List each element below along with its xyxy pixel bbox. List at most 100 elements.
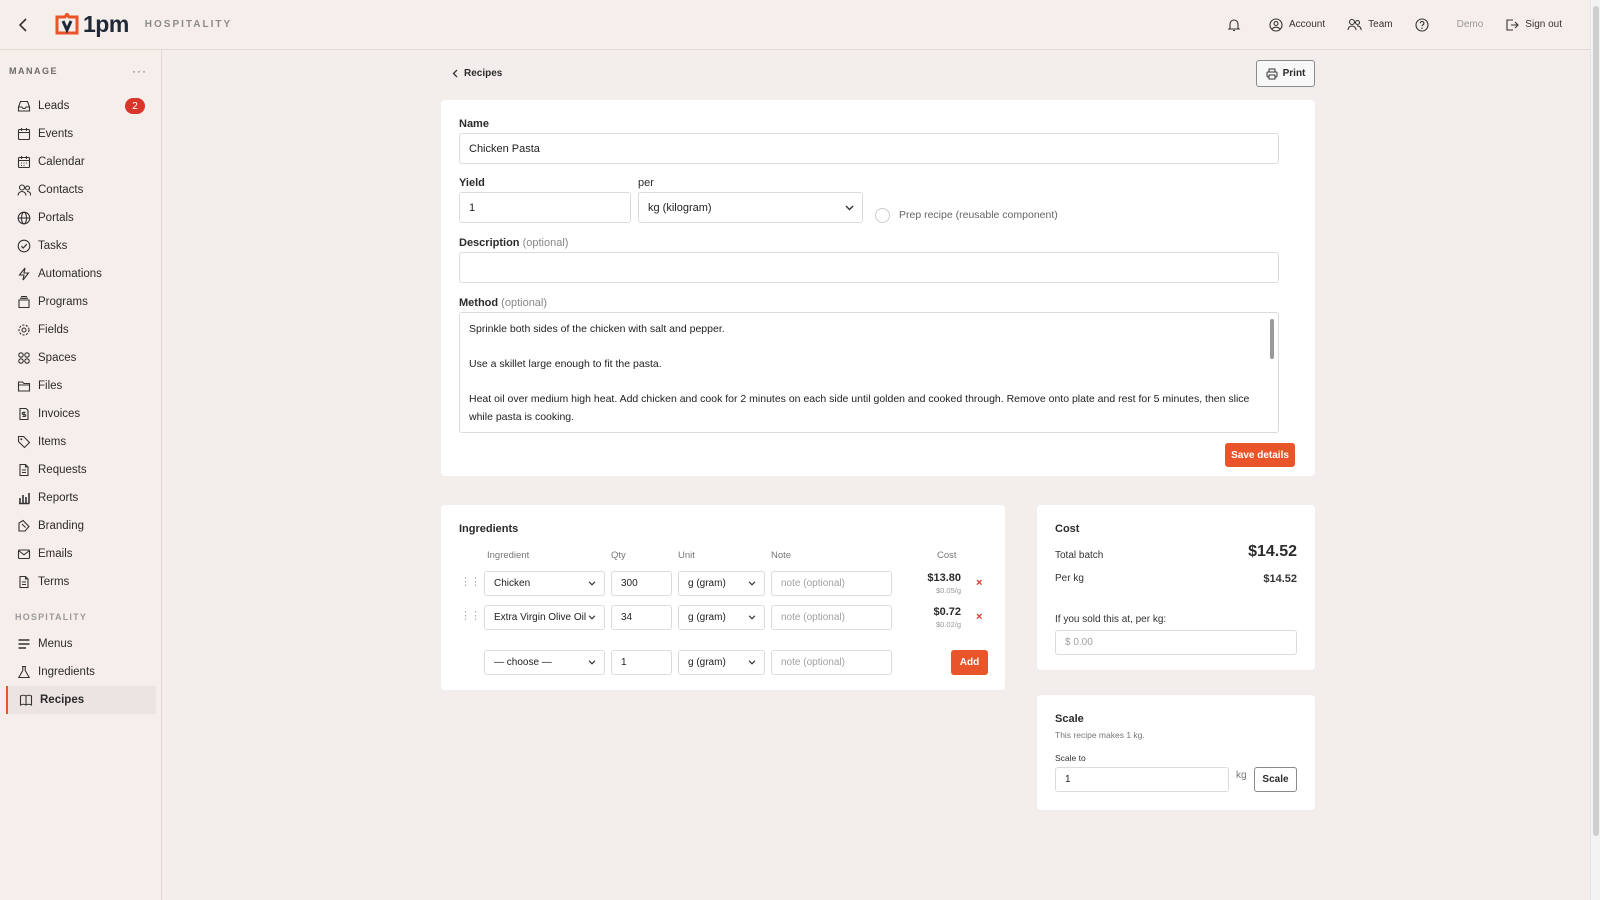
description-label-text: Description	[459, 237, 520, 249]
account-label: Account	[1289, 19, 1326, 30]
sidebar-item-events[interactable]: Events	[0, 120, 161, 148]
remove-row-button[interactable]: ×	[976, 611, 982, 623]
row-cost: $0.72 $0.02/g	[911, 606, 961, 629]
name-input[interactable]: Chicken Pasta	[459, 133, 1279, 164]
sold-price-label: If you sold this at, per kg:	[1055, 614, 1167, 625]
per-kg-value: $14.52	[1263, 573, 1297, 585]
sold-price-input[interactable]: $ 0.00	[1055, 630, 1297, 655]
sold-price-placeholder: $ 0.00	[1065, 637, 1093, 648]
demo-link[interactable]: Demo	[1457, 19, 1484, 30]
prep-recipe-radio[interactable]	[875, 208, 890, 223]
description-label: Description (optional)	[459, 237, 568, 249]
sidebar-item-automations[interactable]: Automations	[0, 260, 161, 288]
sidebar-item-ingredients[interactable]: Ingredients	[0, 658, 161, 686]
leads-count-badge: 2	[125, 98, 145, 114]
new-ingredient-value: — choose —	[494, 657, 552, 668]
remove-row-button[interactable]: ×	[976, 577, 982, 589]
book-icon	[19, 694, 33, 706]
note-input[interactable]: note (optional)	[771, 571, 892, 596]
team-link[interactable]: Team	[1347, 18, 1393, 31]
header-unit: Unit	[678, 550, 695, 561]
unit-select[interactable]: g (gram)	[678, 571, 765, 596]
method-label-text: Method	[459, 297, 499, 309]
sidebar-item-label: Spaces	[38, 352, 77, 364]
chevron-down-icon	[748, 581, 756, 586]
sidebar-item-emails[interactable]: Emails	[0, 540, 161, 568]
sidebar-item-label: Programs	[38, 296, 88, 308]
save-details-button[interactable]: Save details	[1225, 443, 1295, 467]
sign-out-link[interactable]: Sign out	[1505, 18, 1562, 32]
new-note-input[interactable]: note (optional)	[771, 650, 892, 675]
sidebar-item-recipes[interactable]: Recipes	[6, 686, 156, 714]
chevron-down-icon	[748, 615, 756, 620]
qty-input[interactable]: 34	[611, 605, 672, 630]
breadcrumb-recipes: Recipes	[464, 68, 503, 79]
new-qty-input[interactable]: 1	[611, 650, 672, 675]
ingredient-select[interactable]: Extra Virgin Olive Oil	[484, 605, 605, 630]
ingredient-select[interactable]: Chicken	[484, 571, 605, 596]
sidebar-item-portals[interactable]: Portals	[0, 204, 161, 232]
sidebar-item-invoices[interactable]: Invoices	[0, 400, 161, 428]
breadcrumb[interactable]: Recipes	[452, 68, 502, 79]
logo[interactable]: 1pm	[54, 11, 129, 38]
header-ingredient: Ingredient	[487, 550, 530, 561]
logo-text: 1pm	[83, 11, 129, 37]
note-placeholder: note (optional)	[781, 578, 845, 589]
gear-icon	[18, 324, 30, 336]
help-button[interactable]	[1415, 17, 1435, 32]
sidebar-item-label: Leads	[38, 100, 70, 112]
sidebar-item-files[interactable]: Files	[0, 372, 161, 400]
sidebar-item-leads[interactable]: Leads 2	[0, 92, 161, 120]
total-batch-value: $14.52	[1248, 543, 1297, 560]
calendar-grid-icon	[17, 156, 31, 169]
sidebar-item-items[interactable]: Items	[0, 428, 161, 456]
page-scrollbar[interactable]	[1590, 0, 1600, 900]
sidebar-item-requests[interactable]: Requests	[0, 456, 161, 484]
new-unit-select[interactable]: g (gram)	[678, 650, 765, 675]
per-unit-select[interactable]: kg (kilogram)	[638, 192, 863, 223]
document-icon	[19, 463, 29, 477]
sidebar-item-fields[interactable]: Fields	[0, 316, 161, 344]
printer-icon	[1266, 68, 1278, 79]
sidebar-item-label: Menus	[38, 638, 73, 650]
new-ingredient-select[interactable]: — choose —	[484, 650, 605, 675]
sidebar-item-branding[interactable]: Branding	[0, 512, 161, 540]
yield-value: 1	[469, 201, 476, 214]
textarea-scrollbar[interactable]	[1270, 319, 1274, 359]
sidebar-item-reports[interactable]: Reports	[0, 484, 161, 512]
yield-input[interactable]: 1	[459, 192, 631, 223]
chevron-down-icon	[748, 660, 756, 665]
scale-input[interactable]: 1	[1055, 767, 1229, 792]
account-link[interactable]: Account	[1269, 17, 1326, 32]
sign-out-icon	[1506, 18, 1520, 31]
sidebar-item-spaces[interactable]: Spaces	[0, 344, 161, 372]
more-options-icon[interactable]: ···	[132, 64, 147, 78]
sidebar-item-contacts[interactable]: Contacts	[0, 176, 161, 204]
scale-button[interactable]: Scale	[1254, 767, 1297, 792]
bar-chart-icon	[19, 493, 30, 505]
sidebar-item-tasks[interactable]: Tasks	[0, 232, 161, 260]
back-arrow-icon[interactable]	[12, 14, 34, 36]
unit-select[interactable]: g (gram)	[678, 605, 765, 630]
sidebar-item-label: Portals	[38, 212, 74, 224]
qty-input[interactable]: 300	[611, 571, 672, 596]
sign-out-label: Sign out	[1525, 19, 1562, 30]
sidebar-item-terms[interactable]: Terms	[0, 568, 161, 596]
print-button[interactable]: Print	[1256, 60, 1315, 87]
team-icon	[1347, 18, 1362, 31]
drag-handle-icon[interactable]: ⋮⋮	[460, 609, 481, 622]
note-input[interactable]: note (optional)	[771, 605, 892, 630]
sidebar-item-programs[interactable]: Programs	[0, 288, 161, 316]
add-ingredient-button[interactable]: Add	[951, 650, 988, 675]
chevron-down-icon	[588, 581, 596, 586]
drag-handle-icon[interactable]: ⋮⋮	[460, 575, 481, 588]
method-textarea[interactable]: Sprinkle both sides of the chicken with …	[459, 312, 1279, 433]
chevron-down-icon	[588, 615, 596, 620]
method-line: Heat oil over medium high heat. Add chic…	[469, 393, 1250, 423]
scrollbar-thumb[interactable]	[1593, 6, 1599, 836]
description-input[interactable]	[459, 252, 1279, 283]
ingredients-title: Ingredients	[459, 523, 519, 535]
sidebar-item-calendar[interactable]: Calendar	[0, 148, 161, 176]
notifications-button[interactable]	[1227, 18, 1247, 32]
sidebar-item-menus[interactable]: Menus	[0, 630, 161, 658]
